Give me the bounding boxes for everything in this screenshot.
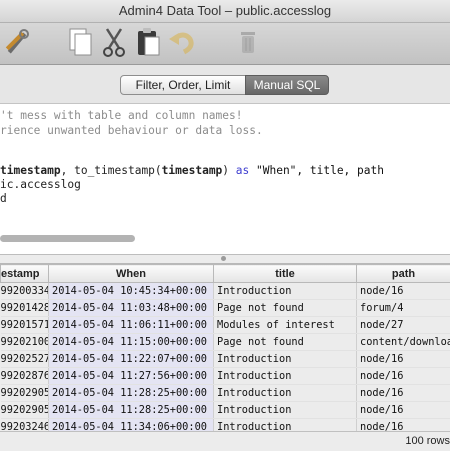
cell-when[interactable]: 2014-05-04 11:03:48+00:00	[49, 300, 214, 317]
grid-header-row: estamp When title path	[1, 265, 450, 283]
cell-when[interactable]: 2014-05-04 11:22:07+00:00	[49, 351, 214, 368]
cell-title[interactable]: Page not found	[214, 300, 357, 317]
tab-manual-sql[interactable]: Manual SQL	[245, 75, 329, 95]
sql-comment-line-1: 't mess with table and column names!	[0, 109, 242, 122]
sql-text: "When", title, path	[249, 164, 384, 177]
toolbar	[0, 23, 450, 65]
paste-button[interactable]	[132, 25, 164, 59]
trash-icon	[232, 25, 264, 59]
paste-icon	[132, 25, 164, 59]
table-row[interactable]: 992015712014-05-04 11:06:11+00:00Modules…	[1, 317, 450, 334]
cut-button[interactable]	[98, 25, 130, 59]
cell-path[interactable]: node/16	[357, 351, 450, 368]
table-row[interactable]: 992025272014-05-04 11:22:07+00:00Introdu…	[1, 351, 450, 368]
cell-path[interactable]: node/16	[357, 283, 450, 300]
sql-comment-line-2: rience unwanted behaviour or data loss.	[0, 124, 263, 137]
cell-timestamp[interactable]: 99202100	[1, 334, 49, 351]
cell-timestamp[interactable]: 99202527	[1, 351, 49, 368]
cell-when[interactable]: 2014-05-04 11:27:56+00:00	[49, 368, 214, 385]
table-row[interactable]: 992021002014-05-04 11:15:00+00:00Page no…	[1, 334, 450, 351]
cell-timestamp[interactable]: 99201428	[1, 300, 49, 317]
copy-button[interactable]	[64, 25, 96, 59]
tools-button[interactable]	[0, 25, 32, 59]
cell-when[interactable]: 2014-05-04 11:15:00+00:00	[49, 334, 214, 351]
cell-title[interactable]: Page not found	[214, 334, 357, 351]
column-header-title[interactable]: title	[214, 265, 357, 283]
sql-column-timestamp: timestamp	[0, 164, 61, 177]
cell-path[interactable]: forum/4	[357, 300, 450, 317]
cell-path[interactable]: node/27	[357, 317, 450, 334]
cell-timestamp[interactable]: 99202876	[1, 368, 49, 385]
cell-title[interactable]: Modules of interest	[214, 317, 357, 334]
sql-text: )	[222, 164, 235, 177]
undo-button[interactable]	[166, 25, 198, 59]
sql-end-line: d	[0, 192, 7, 205]
sql-column-timestamp: timestamp	[162, 164, 223, 177]
table-row[interactable]: 992014282014-05-04 11:03:48+00:00Page no…	[1, 300, 450, 317]
column-header-path[interactable]: path	[357, 265, 450, 283]
sql-editor[interactable]: 't mess with table and column names! rie…	[0, 104, 450, 255]
cell-title[interactable]: Introduction	[214, 402, 357, 419]
cell-timestamp[interactable]: 99201571	[1, 317, 49, 334]
cell-path[interactable]: content/downloa	[357, 334, 450, 351]
cell-timestamp[interactable]: 99202905	[1, 385, 49, 402]
cell-path[interactable]: node/16	[357, 385, 450, 402]
cell-when[interactable]: 2014-05-04 11:28:25+00:00	[49, 402, 214, 419]
cell-timestamp[interactable]: 99200334	[1, 283, 49, 300]
table-row[interactable]: 992029052014-05-04 11:28:25+00:00Introdu…	[1, 402, 450, 419]
tab-filter-order-limit[interactable]: Filter, Order, Limit	[120, 75, 246, 95]
cell-title[interactable]: Introduction	[214, 351, 357, 368]
undo-icon	[166, 25, 198, 59]
tools-icon	[0, 25, 32, 59]
sql-keyword-as: as	[236, 164, 249, 177]
cell-when[interactable]: 2014-05-04 11:28:25+00:00	[49, 385, 214, 402]
status-bar: 100 rows	[0, 431, 450, 451]
cell-title[interactable]: Introduction	[214, 283, 357, 300]
cell-when[interactable]: 2014-05-04 11:06:11+00:00	[49, 317, 214, 334]
column-header-timestamp[interactable]: estamp	[1, 265, 49, 283]
results-grid[interactable]: estamp When title path 992003342014-05-0…	[0, 264, 450, 436]
cell-timestamp[interactable]: 99202905	[1, 402, 49, 419]
copy-icon	[64, 25, 96, 59]
cell-path[interactable]: node/16	[357, 402, 450, 419]
table-row[interactable]: 992029052014-05-04 11:28:25+00:00Introdu…	[1, 385, 450, 402]
tab-bar: Filter, Order, Limit Manual SQL	[0, 65, 450, 104]
sql-from-line: ic.accesslog	[0, 178, 81, 191]
cell-title[interactable]: Introduction	[214, 368, 357, 385]
column-header-when[interactable]: When	[49, 265, 214, 283]
table-row[interactable]: 992003342014-05-04 10:45:34+00:00Introdu…	[1, 283, 450, 300]
window-title: Admin4 Data Tool – public.accesslog	[0, 0, 450, 23]
trash-button[interactable]	[232, 25, 264, 59]
cell-title[interactable]: Introduction	[214, 385, 357, 402]
pane-splitter[interactable]	[0, 255, 450, 264]
editor-horizontal-scrollbar[interactable]	[0, 235, 135, 242]
cell-when[interactable]: 2014-05-04 10:45:34+00:00	[49, 283, 214, 300]
cut-icon	[98, 25, 130, 59]
sql-select-line: timestamp, to_timestamp(timestamp) as "W…	[0, 164, 384, 177]
row-count-label: 100 rows	[405, 432, 450, 451]
cell-path[interactable]: node/16	[357, 368, 450, 385]
table-row[interactable]: 992028762014-05-04 11:27:56+00:00Introdu…	[1, 368, 450, 385]
splitter-grip-icon	[221, 256, 226, 261]
sql-text: , to_timestamp(	[61, 164, 162, 177]
